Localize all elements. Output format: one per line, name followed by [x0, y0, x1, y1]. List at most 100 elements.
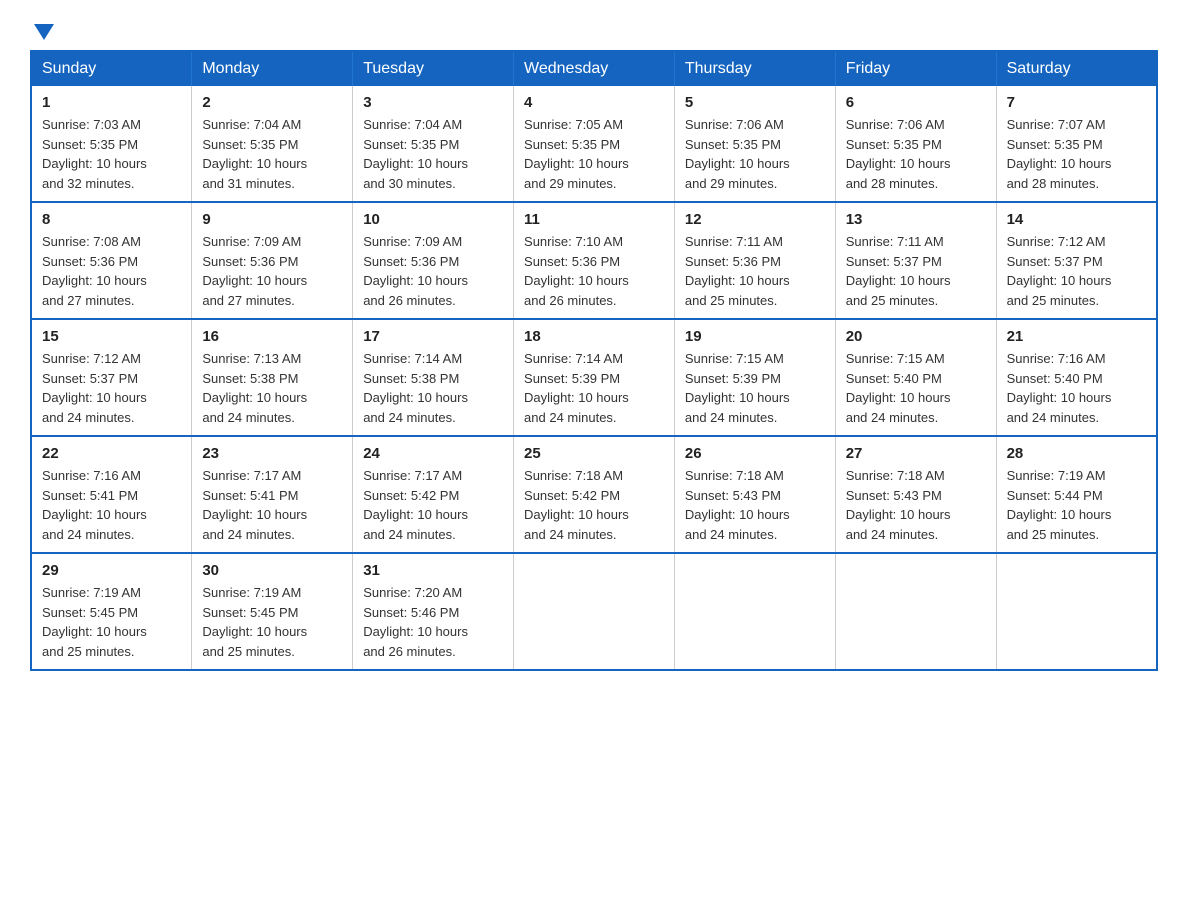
day-info: Sunrise: 7:03 AMSunset: 5:35 PMDaylight:…: [42, 115, 181, 193]
day-number: 21: [1007, 328, 1146, 345]
day-info: Sunrise: 7:19 AMSunset: 5:44 PMDaylight:…: [1007, 466, 1146, 544]
calendar-cell: 24Sunrise: 7:17 AMSunset: 5:42 PMDayligh…: [353, 436, 514, 553]
day-info: Sunrise: 7:12 AMSunset: 5:37 PMDaylight:…: [42, 349, 181, 427]
calendar-cell: 26Sunrise: 7:18 AMSunset: 5:43 PMDayligh…: [674, 436, 835, 553]
day-number: 5: [685, 94, 825, 111]
day-info: Sunrise: 7:07 AMSunset: 5:35 PMDaylight:…: [1007, 115, 1146, 193]
day-number: 17: [363, 328, 503, 345]
day-number: 25: [524, 445, 664, 462]
day-info: Sunrise: 7:12 AMSunset: 5:37 PMDaylight:…: [1007, 232, 1146, 310]
day-number: 10: [363, 211, 503, 228]
calendar-cell: 5Sunrise: 7:06 AMSunset: 5:35 PMDaylight…: [674, 86, 835, 202]
page-header: [30, 20, 1158, 40]
weekday-header-wednesday: Wednesday: [514, 51, 675, 86]
calendar-cell: 29Sunrise: 7:19 AMSunset: 5:45 PMDayligh…: [31, 553, 192, 670]
calendar-cell: [996, 553, 1157, 670]
day-number: 6: [846, 94, 986, 111]
day-number: 20: [846, 328, 986, 345]
calendar-cell: 12 Sunrise: 7:11 AMSunset: 5:36 PMDayligh…: [674, 202, 835, 319]
calendar-cell: 4 Sunrise: 7:05 AMSunset: 5:35 PMDaylight…: [514, 86, 675, 202]
day-number: 31: [363, 562, 503, 579]
calendar-week-row: 15 Sunrise: 7:12 AMSunset: 5:37 PMDayligh…: [31, 319, 1157, 436]
calendar-cell: 25 Sunrise: 7:18 AMSunset: 5:42 PMDayligh…: [514, 436, 675, 553]
day-info: Sunrise: 7:16 AMSunset: 5:41 PMDaylight:…: [42, 466, 181, 544]
day-number: 7: [1007, 94, 1146, 111]
day-info: Sunrise: 7:19 AMSunset: 5:45 PMDaylight:…: [42, 583, 181, 661]
day-info: Sunrise: 7:16 AMSunset: 5:40 PMDaylight:…: [1007, 349, 1146, 427]
day-info: Sunrise: 7:17 AMSunset: 5:41 PMDaylight:…: [202, 466, 342, 544]
calendar-cell: 18 Sunrise: 7:14 AMSunset: 5:39 PMDayligh…: [514, 319, 675, 436]
calendar-cell: 17Sunrise: 7:14 AMSunset: 5:38 PMDayligh…: [353, 319, 514, 436]
day-info: Sunrise: 7:14 AMSunset: 5:39 PMDaylight:…: [524, 349, 664, 427]
calendar-cell: 6 Sunrise: 7:06 AMSunset: 5:35 PMDaylight…: [835, 86, 996, 202]
day-info: Sunrise: 7:13 AMSunset: 5:38 PMDaylight:…: [202, 349, 342, 427]
day-info: Sunrise: 7:11 AMSunset: 5:37 PMDaylight:…: [846, 232, 986, 310]
day-info: Sunrise: 7:11 AMSunset: 5:36 PMDaylight:…: [685, 232, 825, 310]
day-info: Sunrise: 7:10 AMSunset: 5:36 PMDaylight:…: [524, 232, 664, 310]
calendar-cell: 11 Sunrise: 7:10 AMSunset: 5:36 PMDayligh…: [514, 202, 675, 319]
day-info: Sunrise: 7:04 AMSunset: 5:35 PMDaylight:…: [363, 115, 503, 193]
day-number: 3: [363, 94, 503, 111]
day-info: Sunrise: 7:18 AMSunset: 5:43 PMDaylight:…: [846, 466, 986, 544]
day-info: Sunrise: 7:09 AMSunset: 5:36 PMDaylight:…: [363, 232, 503, 310]
day-number: 18: [524, 328, 664, 345]
day-info: Sunrise: 7:15 AMSunset: 5:40 PMDaylight:…: [846, 349, 986, 427]
day-info: Sunrise: 7:18 AMSunset: 5:42 PMDaylight:…: [524, 466, 664, 544]
calendar-cell: 13 Sunrise: 7:11 AMSunset: 5:37 PMDayligh…: [835, 202, 996, 319]
calendar-week-row: 1 Sunrise: 7:03 AMSunset: 5:35 PMDaylight…: [31, 86, 1157, 202]
calendar-cell: 8 Sunrise: 7:08 AMSunset: 5:36 PMDaylight…: [31, 202, 192, 319]
logo: [30, 20, 54, 40]
day-number: 13: [846, 211, 986, 228]
calendar-cell: 21 Sunrise: 7:16 AMSunset: 5:40 PMDayligh…: [996, 319, 1157, 436]
day-info: Sunrise: 7:15 AMSunset: 5:39 PMDaylight:…: [685, 349, 825, 427]
calendar-cell: 28 Sunrise: 7:19 AMSunset: 5:44 PMDayligh…: [996, 436, 1157, 553]
day-number: 15: [42, 328, 181, 345]
day-number: 12: [685, 211, 825, 228]
calendar-cell: [514, 553, 675, 670]
day-number: 1: [42, 94, 181, 111]
day-info: Sunrise: 7:06 AMSunset: 5:35 PMDaylight:…: [846, 115, 986, 193]
calendar-cell: 19 Sunrise: 7:15 AMSunset: 5:39 PMDayligh…: [674, 319, 835, 436]
day-number: 27: [846, 445, 986, 462]
calendar-cell: 27 Sunrise: 7:18 AMSunset: 5:43 PMDayligh…: [835, 436, 996, 553]
calendar-cell: 20 Sunrise: 7:15 AMSunset: 5:40 PMDayligh…: [835, 319, 996, 436]
day-number: 19: [685, 328, 825, 345]
weekday-header-tuesday: Tuesday: [353, 51, 514, 86]
calendar-cell: 15 Sunrise: 7:12 AMSunset: 5:37 PMDayligh…: [31, 319, 192, 436]
day-number: 23: [202, 445, 342, 462]
day-info: Sunrise: 7:20 AMSunset: 5:46 PMDaylight:…: [363, 583, 503, 661]
calendar-week-row: 29Sunrise: 7:19 AMSunset: 5:45 PMDayligh…: [31, 553, 1157, 670]
day-number: 30: [202, 562, 342, 579]
day-number: 14: [1007, 211, 1146, 228]
calendar-table: SundayMondayTuesdayWednesdayThursdayFrid…: [30, 50, 1158, 671]
calendar-week-row: 8 Sunrise: 7:08 AMSunset: 5:36 PMDaylight…: [31, 202, 1157, 319]
day-info: Sunrise: 7:05 AMSunset: 5:35 PMDaylight:…: [524, 115, 664, 193]
weekday-header-thursday: Thursday: [674, 51, 835, 86]
calendar-cell: 14 Sunrise: 7:12 AMSunset: 5:37 PMDayligh…: [996, 202, 1157, 319]
day-number: 22: [42, 445, 181, 462]
day-info: Sunrise: 7:08 AMSunset: 5:36 PMDaylight:…: [42, 232, 181, 310]
day-number: 24: [363, 445, 503, 462]
day-number: 11: [524, 211, 664, 228]
weekday-header-sunday: Sunday: [31, 51, 192, 86]
day-number: 8: [42, 211, 181, 228]
day-number: 28: [1007, 445, 1146, 462]
calendar-cell: 30Sunrise: 7:19 AMSunset: 5:45 PMDayligh…: [192, 553, 353, 670]
calendar-cell: 22 Sunrise: 7:16 AMSunset: 5:41 PMDayligh…: [31, 436, 192, 553]
calendar-cell: 2Sunrise: 7:04 AMSunset: 5:35 PMDaylight…: [192, 86, 353, 202]
day-number: 26: [685, 445, 825, 462]
calendar-cell: [674, 553, 835, 670]
calendar-cell: 16Sunrise: 7:13 AMSunset: 5:38 PMDayligh…: [192, 319, 353, 436]
calendar-cell: 1 Sunrise: 7:03 AMSunset: 5:35 PMDaylight…: [31, 86, 192, 202]
calendar-cell: 10 Sunrise: 7:09 AMSunset: 5:36 PMDayligh…: [353, 202, 514, 319]
calendar-cell: 9Sunrise: 7:09 AMSunset: 5:36 PMDaylight…: [192, 202, 353, 319]
day-number: 4: [524, 94, 664, 111]
calendar-header-row: SundayMondayTuesdayWednesdayThursdayFrid…: [31, 51, 1157, 86]
calendar-cell: 31 Sunrise: 7:20 AMSunset: 5:46 PMDayligh…: [353, 553, 514, 670]
weekday-header-friday: Friday: [835, 51, 996, 86]
day-info: Sunrise: 7:09 AMSunset: 5:36 PMDaylight:…: [202, 232, 342, 310]
logo-arrow-icon: [34, 24, 54, 40]
day-info: Sunrise: 7:04 AMSunset: 5:35 PMDaylight:…: [202, 115, 342, 193]
weekday-header-monday: Monday: [192, 51, 353, 86]
calendar-week-row: 22 Sunrise: 7:16 AMSunset: 5:41 PMDayligh…: [31, 436, 1157, 553]
